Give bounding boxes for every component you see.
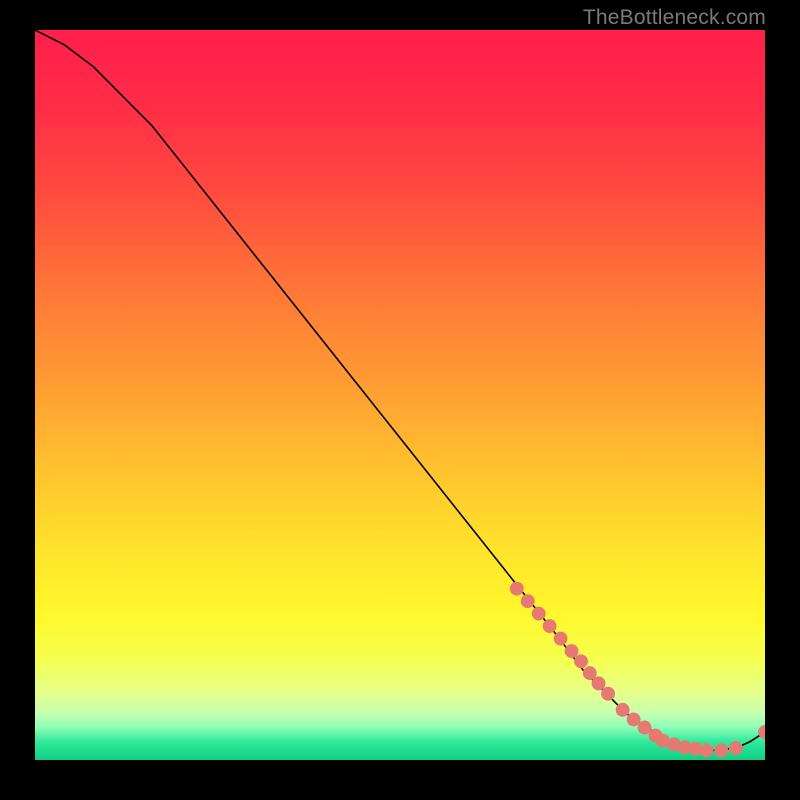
marker-dot [601, 687, 615, 701]
marker-dot [521, 594, 535, 608]
marker-dot [714, 743, 728, 757]
chart-stage: TheBottleneck.com [0, 0, 800, 800]
marker-dot [554, 632, 568, 646]
marker-dot [592, 676, 606, 690]
marker-dot [758, 725, 765, 739]
marker-dot [616, 703, 630, 717]
marker-dot [543, 619, 557, 633]
plot-area [35, 30, 765, 765]
marker-dot [510, 582, 524, 596]
curve-layer [35, 30, 765, 765]
marker-dot [532, 607, 546, 621]
marker-dot [565, 644, 579, 658]
watermark-text: TheBottleneck.com [583, 6, 766, 30]
main-curve-line [35, 30, 765, 750]
marker-dots [510, 582, 765, 758]
marker-dot [729, 741, 743, 755]
marker-dot [700, 743, 714, 757]
marker-dot [574, 654, 588, 668]
